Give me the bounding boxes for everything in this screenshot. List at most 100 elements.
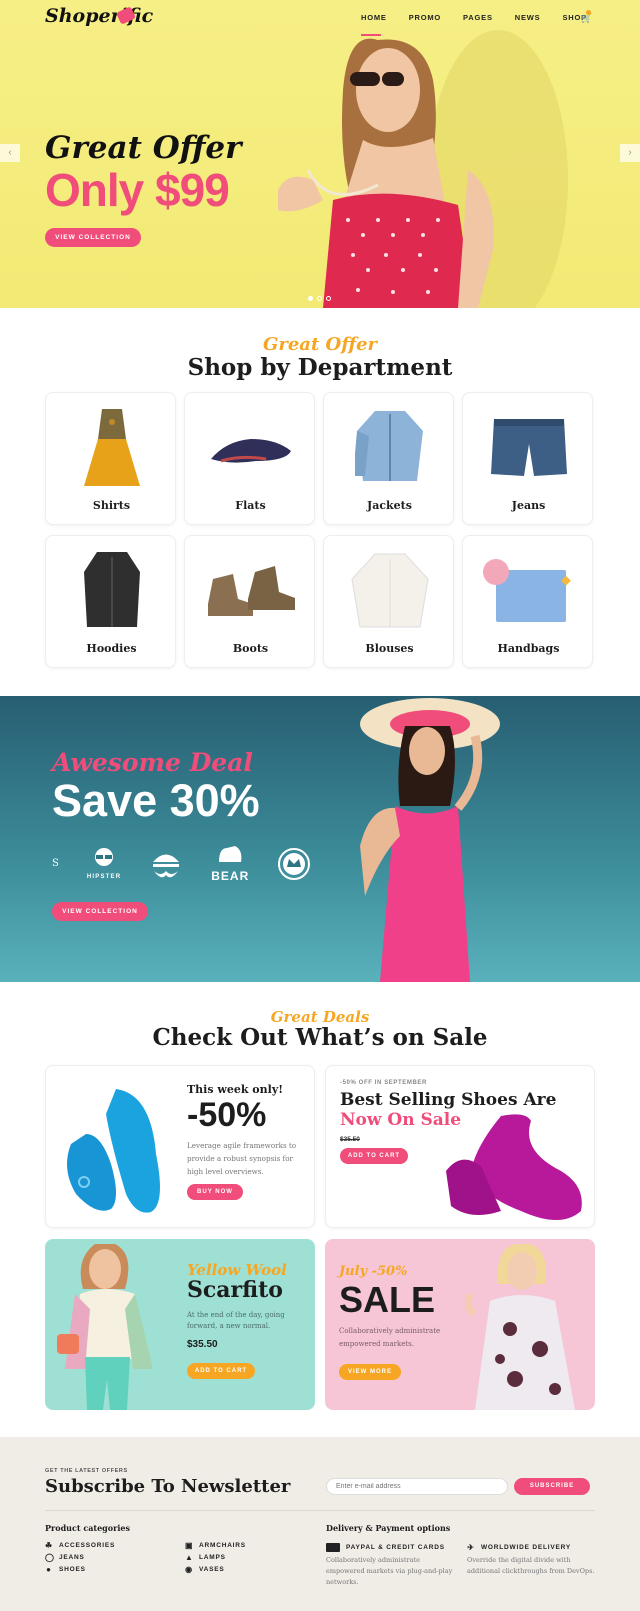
product-categories-title: Product categories	[45, 1523, 130, 1533]
burger-mustache-icon	[153, 854, 180, 877]
hero-view-collection-button[interactable]: VIEW COLLECTION	[45, 228, 141, 247]
departments-title: Shop by Department	[187, 354, 453, 381]
site-logo[interactable]: Shoperific	[45, 5, 153, 27]
jackets-image	[324, 401, 455, 491]
dept-label: Jackets	[367, 499, 412, 512]
delivery-option: ✈ WORLDWIDE DELIVERY Override the digital…	[467, 1542, 595, 1576]
deal-banner: Awesome Deal Save 30% S HIPSTER BEAR VIE…	[0, 696, 640, 982]
slider-prev-arrow[interactable]: ‹	[0, 144, 20, 162]
brand-hipster-logo: HIPSTER	[87, 847, 121, 880]
nav-news[interactable]: NEWS	[515, 13, 541, 22]
card1-discount: -50%	[187, 1096, 267, 1134]
dept-card-flats[interactable]: Flats	[184, 392, 315, 525]
dept-card-handbags[interactable]: Handbags	[462, 535, 593, 668]
category-vases[interactable]: ◉ VASES	[185, 1563, 246, 1575]
category-lamps[interactable]: ▲ LAMPS	[185, 1551, 246, 1563]
deal-title: Save 30%	[52, 775, 260, 826]
hero-price: Only $99	[45, 164, 230, 216]
slider-dot-1[interactable]	[308, 296, 313, 301]
hipster-icon	[95, 848, 114, 866]
payment-option: PAYPAL & CREDIT CARDS Collaboratively ad…	[326, 1541, 456, 1588]
hero-script-title: Great Offer	[45, 130, 242, 166]
jeans-image	[463, 401, 594, 491]
departments-eyebrow: Great Offer	[262, 334, 378, 355]
deal-script-title: Awesome Deal	[52, 748, 253, 777]
category-shoes[interactable]: ● SHOES	[45, 1563, 115, 1575]
nav-home[interactable]: HOME	[361, 13, 387, 22]
shoes-icon: ●	[46, 1564, 52, 1574]
delivery-text: Override the digital divide with additio…	[467, 1556, 595, 1575]
subscribe-button[interactable]: SUBSCRIBE	[514, 1478, 590, 1495]
dept-card-shirts[interactable]: Shirts	[45, 392, 176, 525]
dept-card-jackets[interactable]: Jackets	[323, 392, 454, 525]
dept-card-boots[interactable]: Boots	[184, 535, 315, 668]
dept-card-hoodies[interactable]: Hoodies	[45, 535, 176, 668]
sale-card-discount: This week only! -50% Leverage agile fram…	[45, 1065, 315, 1228]
buy-now-button[interactable]: BUY NOW	[187, 1184, 243, 1200]
page: Shoperific HOME PROMO PAGES NEWS SHOP 🛒 …	[0, 0, 640, 1611]
vase-icon: ◉	[185, 1564, 193, 1574]
card3-title: Scarfito	[187, 1277, 283, 1303]
brand-bear-logo: BEAR	[211, 844, 249, 883]
dept-card-blouses[interactable]: Blouses	[323, 535, 454, 668]
category-jeans[interactable]: ◯ JEANS	[45, 1551, 115, 1563]
slider-dot-3[interactable]	[326, 296, 331, 301]
handbags-image	[463, 544, 594, 634]
slider-dots	[308, 296, 331, 301]
categories-left-list: ☘ ACCESSORIES ◯ JEANS ● SHOES	[45, 1539, 115, 1575]
boots-image	[185, 544, 316, 634]
sale-card-shoes: -50% OFF IN SEPTEMBER Best Selling Shoes…	[325, 1065, 595, 1228]
dept-card-jeans[interactable]: Jeans	[462, 392, 593, 525]
newsletter-footer: GET THE LATEST OFFERS Subscribe To Newsl…	[0, 1437, 640, 1611]
main-nav: HOME PROMO PAGES NEWS SHOP	[361, 13, 609, 22]
crown-badge-icon	[278, 847, 311, 880]
newsletter-title: Subscribe To Newsletter	[45, 1476, 291, 1497]
hero-slider: Shoperific HOME PROMO PAGES NEWS SHOP 🛒 …	[0, 0, 640, 308]
shirts-image	[46, 401, 177, 491]
card2-add-to-cart-button[interactable]: ADD TO CART	[340, 1148, 408, 1164]
brand-logos: S HIPSTER BEAR	[52, 844, 311, 883]
sale-card-july: July -50% SALE Collaboratively administr…	[325, 1239, 595, 1410]
slider-next-arrow[interactable]: ›	[620, 144, 640, 162]
hoodies-image	[46, 544, 177, 634]
armchair-icon: ▣	[185, 1540, 194, 1550]
credit-card-icon	[326, 1542, 340, 1552]
card1-kicker: This week only!	[187, 1083, 284, 1096]
sale-card-scarfito: Yellow Wool Scarfito At the end of the d…	[45, 1239, 315, 1410]
jeans-icon: ◯	[45, 1552, 55, 1562]
department-grid: Shirts Flats Jackets Jeans Hoodies Boots…	[45, 392, 595, 668]
category-accessories[interactable]: ☘ ACCESSORIES	[45, 1539, 115, 1551]
dept-label: Flats	[235, 499, 266, 512]
blouses-image	[324, 544, 455, 634]
footer-divider	[45, 1510, 595, 1511]
card2-price: $35.50	[340, 1136, 360, 1143]
view-more-button[interactable]: VIEW MORE	[339, 1364, 401, 1380]
nav-pages[interactable]: PAGES	[463, 13, 493, 22]
newsletter-small-label: GET THE LATEST OFFERS	[45, 1468, 128, 1474]
lamp-icon: ▲	[185, 1552, 194, 1562]
card3-text: At the end of the day, going forward, a …	[187, 1311, 285, 1330]
payment-text: Collaboratively administrate empowered m…	[326, 1556, 453, 1586]
newsletter-email-input[interactable]	[326, 1478, 508, 1495]
nav-promo[interactable]: PROMO	[409, 13, 441, 22]
delivery-title: Delivery & Payment options	[326, 1523, 451, 1533]
nav-active-indicator	[361, 34, 381, 36]
deal-view-collection-button[interactable]: VIEW COLLECTION	[52, 902, 148, 921]
airplane-icon: ✈	[467, 1542, 475, 1552]
category-armchairs[interactable]: ▣ ARMCHAIRS	[185, 1539, 246, 1551]
card3-price: $35.50	[187, 1339, 218, 1350]
deal-model-image	[360, 698, 500, 982]
flats-image	[185, 401, 316, 491]
slider-dot-2[interactable]	[317, 296, 322, 301]
accessories-icon: ☘	[45, 1540, 53, 1550]
card4-text: Collaboratively administrate empowered m…	[339, 1327, 441, 1348]
card3-add-to-cart-button[interactable]: ADD TO CART	[187, 1363, 255, 1379]
purple-flats-image	[446, 1114, 582, 1220]
hero-model-image	[278, 30, 568, 308]
blue-flats-image	[67, 1089, 160, 1213]
scarf-model-image	[57, 1244, 153, 1410]
bear-icon	[219, 846, 242, 862]
card2-small-label: -50% OFF IN SEPTEMBER	[340, 1080, 427, 1086]
cart-badge	[586, 10, 591, 15]
card4-script: July -50%	[339, 1264, 408, 1279]
